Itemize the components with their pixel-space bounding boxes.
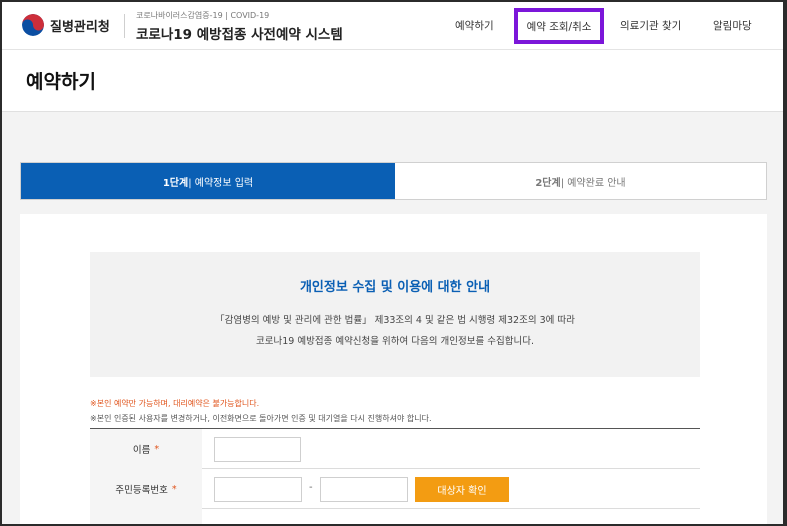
step-1-label: | 예약정보 입력 — [188, 177, 254, 189]
step-1-active: 1단계 | 예약정보 입력 — [21, 163, 395, 199]
reservation-form-card: 개인정보 수집 및 이용에 대한 안내 「감염병의 예방 및 관리에 관한 법률… — [20, 214, 767, 524]
name-label: 이름 * — [90, 429, 202, 469]
rrn-dash: - — [309, 482, 313, 493]
privacy-notice-line-2: 코로나19 예방접종 예약신청을 위하여 다음의 개인정보를 수집합니다. — [256, 336, 534, 347]
rrn-label: 주민등록번호 * — [90, 469, 202, 509]
rrn-back-input[interactable] — [320, 477, 408, 502]
page-title: 예약하기 — [26, 71, 96, 93]
header-divider — [124, 14, 125, 38]
system-subtitle: 코로나바이러스감염증-19 | COVID-19 — [136, 11, 270, 20]
step-2-label: | 예약완료 안내 — [560, 177, 626, 189]
nav-notice-board[interactable]: 알림마당 — [713, 18, 752, 33]
step-indicator: 1단계 | 예약정보 입력 2단계 | 예약완료 안내 — [20, 162, 767, 200]
next-row-label — [90, 509, 202, 524]
form-row-rrn: 주민등록번호 * - 대상자 확인 — [90, 469, 700, 509]
confirm-eligibility-button[interactable]: 대상자 확인 — [415, 477, 509, 502]
rrn-front-input[interactable] — [214, 477, 302, 502]
privacy-notice-box: 개인정보 수집 및 이용에 대한 안내 「감염병의 예방 및 관리에 관한 법률… — [90, 252, 700, 377]
kdca-emblem-icon[interactable] — [22, 14, 44, 36]
step-2-number: 2단계 — [535, 177, 561, 189]
identity-form: 이름 * 주민등록번호 * - 대상자 확인 — [90, 428, 700, 524]
org-logo-text[interactable]: 질병관리청 — [50, 16, 110, 35]
system-title[interactable]: 코로나19 예방접종 사전예약 시스템 — [136, 23, 343, 43]
form-row-name: 이름 * — [90, 429, 700, 469]
form-row-next — [90, 509, 700, 524]
rrn-label-text: 주민등록번호 — [115, 485, 168, 496]
privacy-notice-line-1: 「감염병의 예방 및 관리에 관한 법률」 제33조의 4 및 같은 법 시행령… — [215, 315, 575, 326]
name-label-text: 이름 — [132, 445, 151, 456]
required-mark: * — [171, 483, 177, 495]
proxy-reservation-warning: ※본인 예약만 가능하며, 대리예약은 불가능합니다. — [90, 399, 260, 408]
step-2: 2단계 | 예약완료 안내 — [395, 163, 766, 199]
nav-find-clinic[interactable]: 의료기관 찾기 — [620, 18, 681, 33]
site-header: 질병관리청 코로나바이러스감염증-19 | COVID-19 코로나19 예방접… — [2, 2, 783, 50]
privacy-notice-title: 개인정보 수집 및 이용에 대한 안내 — [299, 280, 491, 295]
required-mark: * — [154, 443, 160, 455]
step-1-number: 1단계 — [162, 177, 189, 189]
nav-lookup-cancel[interactable]: 예약 조회/취소 — [514, 8, 604, 44]
name-input[interactable] — [214, 437, 301, 462]
page-title-band: 예약하기 — [2, 50, 783, 112]
browser-viewport: 질병관리청 코로나바이러스감염증-19 | COVID-19 코로나19 예방접… — [2, 2, 783, 524]
reauth-warning: ※본인 인증된 사용자를 변경하거나, 이전화면으로 돌아가면 인증 및 대기열… — [90, 414, 432, 423]
nav-reserve[interactable]: 예약하기 — [455, 18, 494, 33]
